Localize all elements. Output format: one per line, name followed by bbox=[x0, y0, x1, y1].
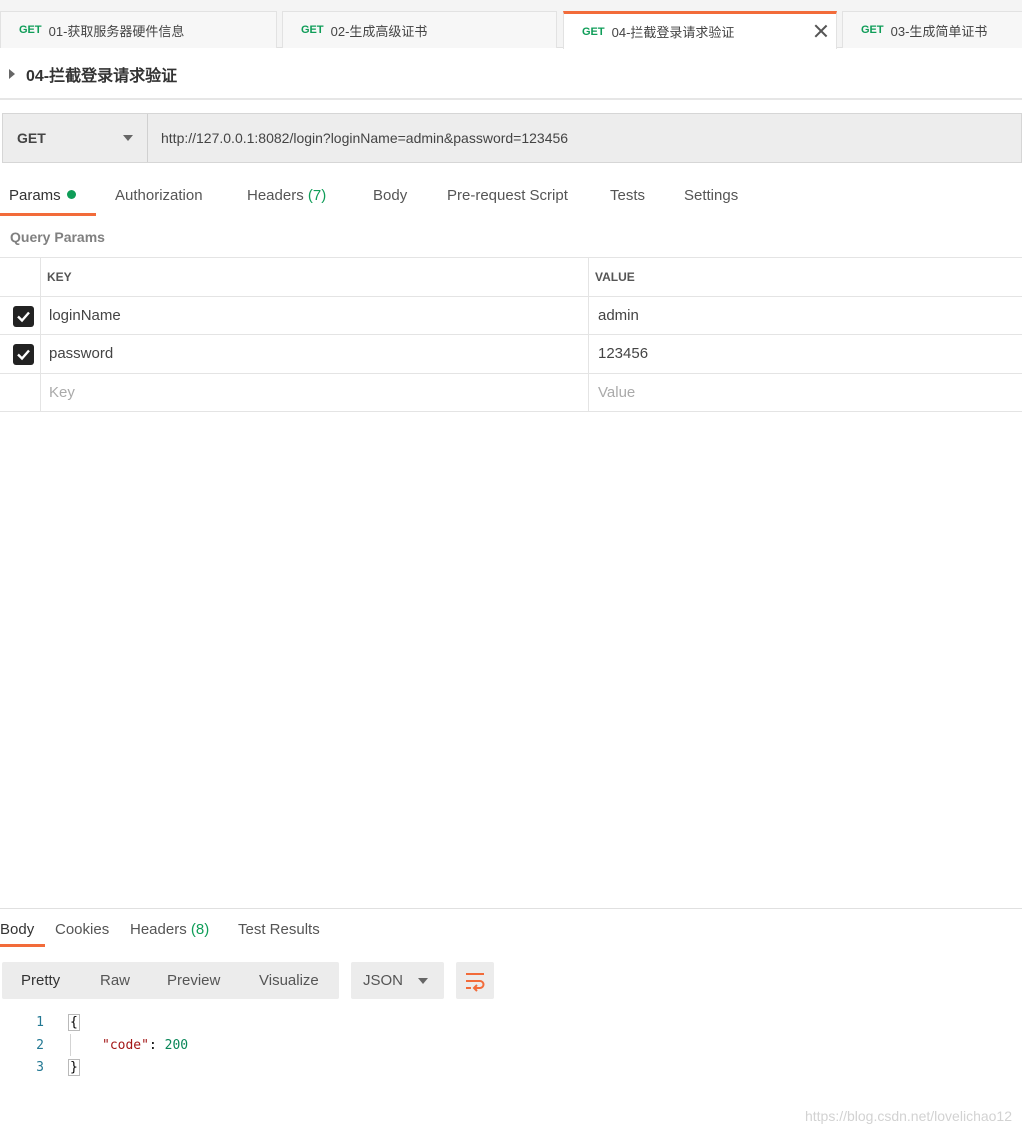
line-number: 1 bbox=[36, 1015, 44, 1030]
wrap-lines-button[interactable] bbox=[456, 962, 494, 999]
code-text: "code": 200 bbox=[102, 1038, 188, 1053]
request-tab-bar: GET 01-获取服务器硬件信息 GET 02-生成高级证书 GET 04-拦截… bbox=[0, 0, 1022, 49]
format-value: JSON bbox=[363, 972, 404, 989]
response-headers-count-badge: (8) bbox=[190, 921, 210, 938]
visualize-button[interactable]: Visualize bbox=[259, 972, 319, 989]
request-tab-02[interactable]: GET 02-生成高级证书 bbox=[282, 11, 557, 48]
pretty-button[interactable]: Pretty bbox=[21, 972, 60, 989]
tab-headers-label: Headers bbox=[247, 187, 304, 204]
url-input[interactable]: http://127.0.0.1:8082/login?loginName=ad… bbox=[148, 114, 1021, 162]
checkmark-icon bbox=[17, 311, 30, 322]
tab-settings[interactable]: Settings bbox=[684, 187, 738, 204]
request-tab-01[interactable]: GET 01-获取服务器硬件信息 bbox=[0, 11, 277, 48]
checkbox-column-header bbox=[0, 258, 41, 296]
table-row: loginName admin bbox=[0, 296, 1022, 335]
tab-headers[interactable]: Headers (7) bbox=[247, 187, 326, 204]
table-header-row: KEY VALUE bbox=[0, 258, 1022, 297]
request-tab-04[interactable]: GET 04-拦截登录请求验证 bbox=[563, 11, 837, 49]
request-tab-03[interactable]: GET 03-生成简单证书 bbox=[842, 11, 1022, 48]
query-params-table: KEY VALUE loginName admin password 12345… bbox=[0, 257, 1022, 412]
param-key-cell[interactable]: password bbox=[41, 335, 589, 373]
line-number: 2 bbox=[36, 1037, 44, 1053]
code-line: 3 } bbox=[0, 1057, 600, 1080]
indent-guide bbox=[70, 1034, 71, 1056]
new-key-input[interactable]: Key bbox=[41, 373, 589, 411]
value-column-header: VALUE bbox=[595, 269, 635, 284]
chevron-down-icon bbox=[123, 135, 133, 141]
tab-response-body[interactable]: Body bbox=[0, 921, 34, 938]
tab-name: 01-获取服务器硬件信息 bbox=[48, 23, 185, 39]
code-line: 2 "code": 200 bbox=[0, 1035, 600, 1058]
tab-method-label: GET bbox=[19, 24, 42, 36]
checkbox-cell bbox=[0, 296, 41, 334]
checkbox-cell bbox=[0, 335, 41, 373]
tab-name: 02-生成高级证书 bbox=[330, 23, 428, 39]
tab-name: 03-生成简单证书 bbox=[890, 23, 988, 39]
caret-right-icon[interactable] bbox=[9, 68, 15, 79]
json-number: 200 bbox=[164, 1037, 189, 1053]
checkbox-cell bbox=[0, 373, 41, 411]
tab-params[interactable]: Params bbox=[9, 187, 76, 204]
method-value: GET bbox=[17, 130, 46, 146]
url-bar: GET http://127.0.0.1:8082/login?loginNam… bbox=[2, 113, 1022, 163]
tab-tests[interactable]: Tests bbox=[610, 187, 645, 204]
response-tabs: Body Cookies Headers (8) Test Results bbox=[0, 909, 1022, 949]
close-brace: } bbox=[68, 1059, 80, 1076]
tab-authorization[interactable]: Authorization bbox=[115, 187, 203, 204]
checkmark-icon bbox=[17, 349, 30, 361]
active-tab-underline bbox=[0, 944, 45, 947]
new-value-input[interactable]: Value bbox=[589, 374, 1022, 412]
watermark: https://blog.csdn.net/lovelichao12 bbox=[804, 1108, 1012, 1124]
request-section-tabs: Params Authorization Headers (7) Body Pr… bbox=[0, 175, 1022, 217]
chevron-down-icon bbox=[418, 978, 428, 984]
tab-method-label: GET bbox=[582, 25, 605, 38]
tab-params-label: Params bbox=[9, 187, 61, 204]
tab-method-label: GET bbox=[861, 24, 884, 36]
format-dropdown[interactable]: JSON bbox=[351, 962, 444, 999]
tab-method-label: GET bbox=[301, 24, 324, 36]
code-text: { bbox=[68, 1014, 80, 1031]
table-row: password 123456 bbox=[0, 335, 1022, 374]
active-dot-icon bbox=[66, 190, 76, 199]
tab-cookies[interactable]: Cookies bbox=[55, 921, 109, 938]
code-text: } bbox=[68, 1059, 80, 1076]
headers-count-badge: (7) bbox=[307, 187, 327, 204]
request-title[interactable]: 04-拦截登录请求验证 bbox=[26, 62, 177, 86]
tab-prerequest-script[interactable]: Pre-request Script bbox=[447, 187, 568, 204]
response-body-editor[interactable]: 1 { 2 "code": 200 3 } bbox=[0, 1012, 600, 1080]
param-value-cell[interactable]: 123456 bbox=[589, 335, 1022, 373]
line-number: 3 bbox=[36, 1060, 44, 1075]
request-name-header: 04-拦截登录请求验证 bbox=[0, 49, 1022, 100]
method-dropdown[interactable]: GET bbox=[3, 114, 148, 162]
tab-response-headers[interactable]: Headers (8) bbox=[130, 921, 209, 938]
json-colon: : bbox=[148, 1037, 165, 1053]
tab-name: 04-拦截登录请求验证 bbox=[611, 25, 735, 40]
close-icon[interactable] bbox=[812, 22, 830, 40]
code-line: 1 { bbox=[0, 1012, 600, 1035]
key-column-header: KEY bbox=[41, 258, 589, 296]
param-key-cell[interactable]: loginName bbox=[41, 296, 589, 334]
raw-button[interactable]: Raw bbox=[100, 972, 130, 989]
json-key: "code" bbox=[102, 1037, 149, 1053]
table-row-new: Key Value bbox=[0, 373, 1022, 412]
url-text: http://127.0.0.1:8082/login?loginName=ad… bbox=[161, 130, 569, 146]
tab-body[interactable]: Body bbox=[373, 187, 407, 204]
open-brace: { bbox=[68, 1014, 80, 1031]
param-value-cell[interactable]: admin bbox=[589, 297, 1022, 335]
tab-test-results[interactable]: Test Results bbox=[238, 921, 320, 938]
wrap-lines-icon bbox=[466, 973, 485, 992]
active-tab-underline bbox=[0, 213, 96, 216]
query-params-label: Query Params bbox=[10, 229, 105, 245]
view-mode-bar: Pretty Raw Preview Visualize bbox=[2, 962, 339, 999]
param-enabled-checkbox[interactable] bbox=[13, 305, 34, 327]
tab-response-headers-label: Headers bbox=[130, 921, 187, 938]
preview-button[interactable]: Preview bbox=[167, 972, 220, 989]
param-enabled-checkbox[interactable] bbox=[13, 344, 34, 365]
